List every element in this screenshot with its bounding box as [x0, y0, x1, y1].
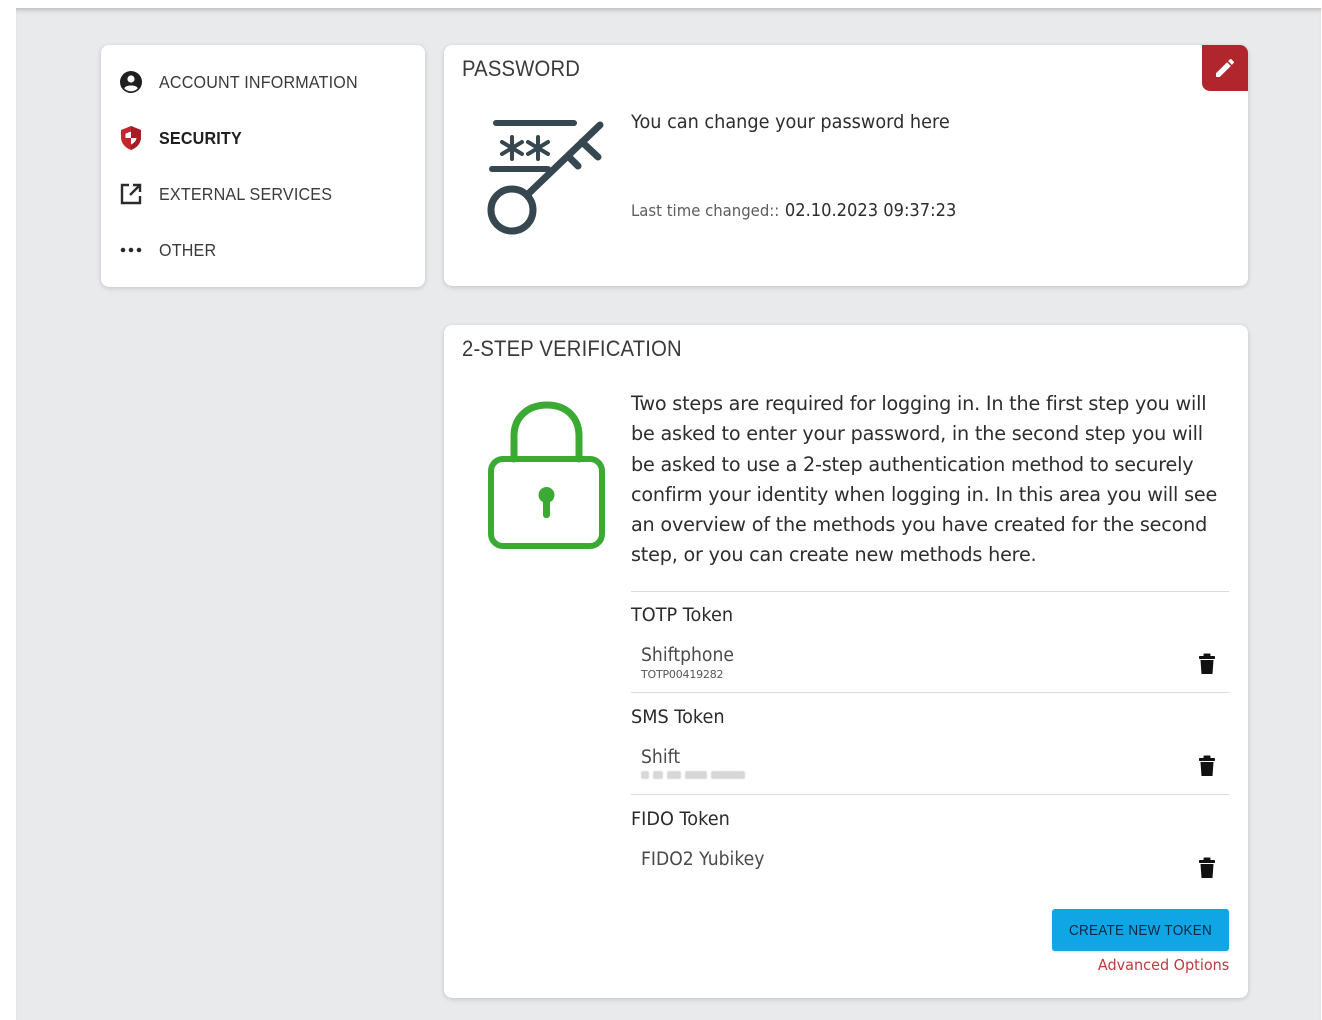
sidebar-item-label: EXTERNAL SERVICES — [159, 183, 333, 204]
token-name: Shiftphone — [641, 645, 734, 666]
password-key-icon — [487, 120, 604, 235]
more-dots-icon — [119, 236, 147, 264]
sidebar-item-label: SECURITY — [159, 127, 242, 148]
external-link-icon — [119, 180, 147, 208]
token-name: FIDO2 Yubikey — [641, 849, 765, 870]
redacted-phone-number — [641, 771, 745, 781]
trash-icon[interactable] — [1197, 857, 1217, 879]
card-title: PASSWORD — [462, 56, 581, 81]
divider — [631, 591, 1229, 592]
last-changed-row: Last time changed:: 02.10.2023 09:37:23 — [631, 201, 956, 221]
trash-icon[interactable] — [1197, 755, 1217, 777]
last-changed-label: Last time changed:: — [631, 201, 780, 220]
sidebar-item-other[interactable]: OTHER — [119, 235, 221, 265]
sidebar-item-label: ACCOUNT INFORMATION — [159, 71, 358, 92]
sidebar-item-security[interactable]: SECURITY — [119, 123, 249, 153]
fido-group-title: FIDO Token — [631, 808, 730, 830]
sidebar-item-account-information[interactable]: ACCOUNT INFORMATION — [119, 67, 375, 97]
padlock-icon — [488, 401, 605, 549]
sms-group-title: SMS Token — [631, 706, 725, 728]
settings-sidebar: ACCOUNT INFORMATION SECURITY EXTERNAL SE… — [101, 45, 425, 287]
two-step-verification-card: 2-STEP VERIFICATION Two steps are requir… — [444, 325, 1248, 998]
password-description: You can change your password here — [631, 111, 950, 133]
pencil-icon — [1216, 58, 1235, 77]
two-step-description: Two steps are required for logging in. I… — [631, 392, 1218, 567]
password-card: PASSWORD You can change your password he… — [444, 45, 1248, 286]
sidebar-item-external-services[interactable]: EXTERNAL SERVICES — [119, 179, 347, 209]
last-changed-value: 02.10.2023 09:37:23 — [784, 201, 957, 221]
edit-password-button[interactable] — [1202, 45, 1248, 91]
create-new-token-label: CREATE NEW TOKEN — [1068, 921, 1213, 939]
card-title: 2-STEP VERIFICATION — [462, 336, 682, 361]
sidebar-item-label: OTHER — [159, 239, 217, 260]
create-new-token-button[interactable]: CREATE NEW TOKEN — [1052, 909, 1229, 951]
totp-group-title: TOTP Token — [631, 604, 734, 626]
divider — [631, 794, 1229, 795]
shield-icon — [119, 124, 147, 152]
trash-icon[interactable] — [1197, 653, 1217, 675]
token-name: Shift — [641, 747, 681, 768]
divider — [631, 692, 1229, 693]
advanced-options-link[interactable]: Advanced Options — [1098, 956, 1229, 974]
token-id: TOTP00419282 — [641, 668, 724, 681]
account-circle-icon — [119, 68, 147, 96]
